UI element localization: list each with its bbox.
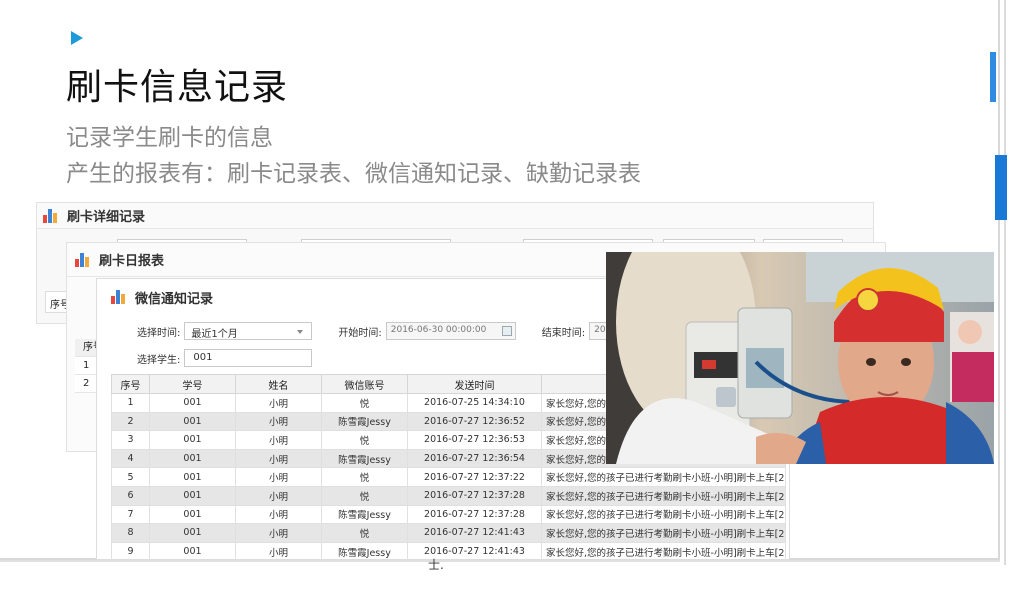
table-cell: 001	[149, 448, 236, 469]
table-cell: 小明	[235, 393, 322, 413]
subtitle-line: 产生的报表有：刷卡记录表、微信通知记录、缺勤记录表	[66, 161, 641, 187]
slide-bottom-line	[0, 560, 1000, 562]
table-header-cell: 姓名	[235, 374, 322, 394]
table-cell: 4	[111, 448, 150, 469]
filter-row: 选择学生: 001	[137, 349, 313, 367]
table-cell: 陈雪霞Jessy	[321, 411, 408, 432]
table-cell: 小明	[235, 523, 322, 543]
table-row[interactable]: 7 001 小明 陈雪霞Jessy 2016-07-27 12:37:28 家长您好,您的…	[111, 504, 786, 525]
table-cell: 悦	[321, 430, 408, 450]
table-cell: 家长您好,您的孩子已进行考勤刷卡小班-小明]刷卡上车[20	[541, 485, 786, 506]
panel-title: 刷卡详细记录	[67, 210, 146, 225]
table-cell: 小明	[235, 504, 322, 525]
student-input[interactable]: 001	[184, 349, 313, 367]
table-cell: 3	[111, 430, 150, 450]
table-cell: 小明	[235, 467, 322, 487]
table-cell: 家长您好,您的孩子已进行考勤刷卡小班-小明]刷卡上车[20	[541, 504, 786, 525]
time-label: 选择时间:	[137, 327, 181, 339]
start-time-value: 2016-06-30 00:00:00	[390, 325, 487, 335]
panel-title: 刷卡日报表	[99, 254, 165, 269]
table-cell: 家长您好,您的孩子已进行考勤刷卡小班-小明]刷卡上车[20	[541, 541, 786, 562]
table-cell: 陈雪霞Jessy	[321, 448, 408, 469]
table-row[interactable]: 5 001 小明悦 2016-07-27 12:37:22 家长您好,您的孩子已进行考勤…	[111, 467, 786, 487]
table-cell: 001	[149, 523, 236, 543]
table-cell: 2016-07-27 12:36:54	[407, 448, 542, 469]
table-cell: 9	[111, 541, 150, 562]
table-cell: 2	[111, 411, 150, 432]
table-row[interactable]: 8 001 小明悦 2016-07-27 12:41:43 家长您好,您的孩子已进行考勤…	[111, 523, 786, 543]
table-cell: 7	[111, 504, 150, 525]
stray-text: 士.	[428, 558, 444, 572]
accent-bar	[995, 155, 1007, 220]
table-cell: 悦	[321, 485, 408, 506]
bar-chart-icon	[111, 290, 127, 304]
table-cell: 陈雪霞Jessy	[321, 541, 408, 562]
table-cell: 8	[111, 523, 150, 543]
table-cell: 001	[149, 467, 236, 487]
panel-header: 刷卡详细记录	[37, 203, 873, 229]
page-title: 刷卡信息记录	[66, 67, 289, 108]
table-header-cell: 序号	[111, 374, 150, 394]
table-cell: 5	[111, 467, 150, 487]
table-cell: 2016-07-25 14:34:10	[407, 393, 542, 413]
calendar-icon[interactable]	[501, 326, 512, 336]
table-cell: 小明	[235, 485, 322, 506]
table-header-cell: 微信账号	[321, 374, 408, 394]
end-time-value: 20	[594, 325, 606, 335]
table-cell: 001	[149, 541, 236, 562]
bar-chart-icon	[43, 208, 59, 223]
accent-bar	[990, 52, 996, 102]
table-row[interactable]: 6 001 小明悦 2016-07-27 12:37:28 家长您好,您的孩子已进行考勤…	[111, 485, 786, 506]
table-cell: 悦	[321, 467, 408, 487]
table-cell: 2016-07-27 12:41:43	[407, 523, 542, 543]
table-cell: 2016-07-27 12:37:22	[407, 467, 542, 487]
start-time-input[interactable]: 2016-06-30 00:00:00	[385, 322, 516, 340]
table-cell: 小明	[235, 411, 322, 432]
bar-chart-icon	[75, 252, 91, 267]
table-cell: 001	[149, 485, 236, 506]
table-cell: 001	[149, 430, 236, 450]
table-cell: 2016-07-27 12:36:53	[407, 430, 542, 450]
table-cell: 001	[149, 504, 236, 525]
start-time-label: 开始时间:	[338, 327, 382, 339]
table-header-cell: 学号	[149, 374, 236, 394]
table-cell: 家长您好,您的孩子已进行考勤刷卡小班-小明]刷卡上车[20	[541, 467, 786, 487]
end-time-label: 结束时间:	[541, 327, 586, 339]
table-row[interactable]: 9 001 小明 陈雪霞Jessy 2016-07-27 12:41:43 家长您好,您的…	[111, 541, 786, 562]
play-marker-icon	[71, 31, 83, 45]
subtitle-line: 记录学生刷卡的信息	[66, 125, 273, 151]
table-cell: 小明	[235, 541, 322, 562]
table-cell: 悦	[321, 393, 408, 413]
student-label: 选择学生:	[137, 354, 181, 366]
panel-title: 微信通知记录	[135, 291, 214, 307]
table-cell: 2016-07-27 12:37:28	[407, 504, 542, 525]
table-cell: 小明	[235, 430, 322, 450]
table-cell: 001	[149, 411, 236, 432]
table-cell: 2016-07-27 12:37:28	[407, 485, 542, 506]
slide-edge-line	[1004, 0, 1006, 565]
table-cell: 悦	[321, 523, 408, 543]
table-cell: 家长您好,您的孩子已进行考勤刷卡小班-小明]刷卡上车[20	[541, 523, 786, 543]
student-card-reader-photo	[606, 252, 994, 464]
filter-row: 选择时间: 最近1个月 开始时间: 2016-06-30 00:00:00 结束…	[137, 322, 630, 340]
table-cell: 1	[111, 393, 150, 413]
table-cell: 6	[111, 485, 150, 506]
table-cell: 陈雪霞Jessy	[321, 504, 408, 525]
time-range-select[interactable]: 最近1个月	[184, 322, 313, 340]
table-cell: 2016-07-27 12:36:52	[407, 411, 542, 432]
table-cell: 小明	[235, 448, 322, 469]
table-header-cell: 发送时间	[407, 374, 542, 394]
table-cell: 001	[149, 393, 236, 413]
